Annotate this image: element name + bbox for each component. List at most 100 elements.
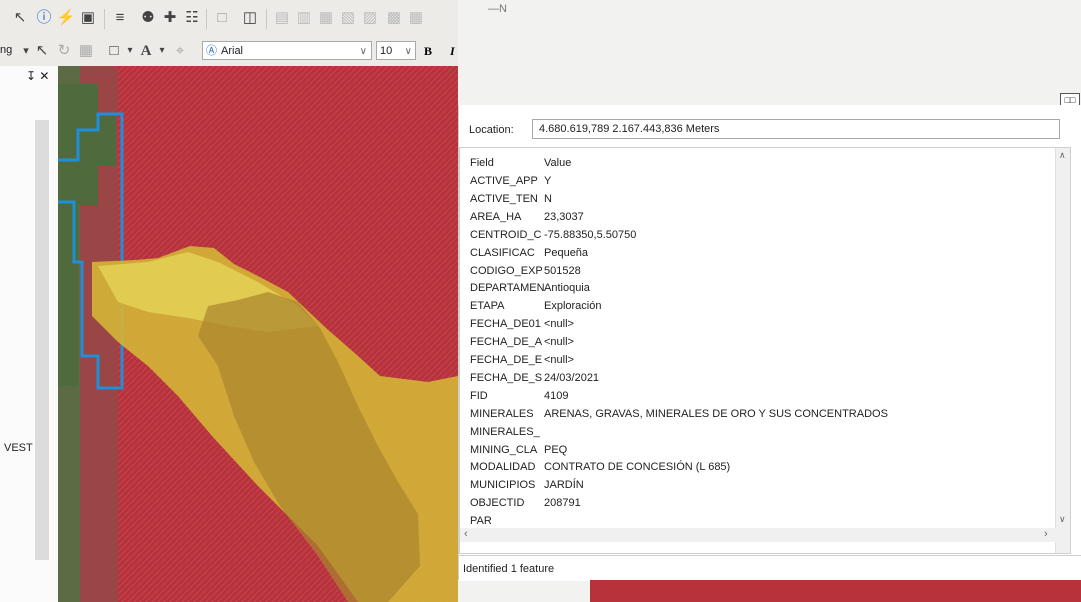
scroll-left-icon[interactable]: ‹ [464,528,468,540]
attribute-row[interactable]: ACTIVE_TEN N [470,190,552,208]
attribute-row[interactable]: FECHA_DE01 <null> [470,315,574,333]
editor-tool-icon[interactable]: ▤ [272,8,292,28]
field-name: FID [470,389,488,402]
field-value: Y [544,175,552,187]
viewer-icon[interactable]: □ [212,8,232,28]
font-name-select[interactable]: Ⓐ Arial ∨ [202,41,372,60]
field-value: <null> [544,354,574,366]
bold-button[interactable]: B [424,44,432,59]
field-name: FECHA_DE_E [470,354,543,366]
field-value: 208791 [544,497,581,510]
draw-toolbar: ng ▾ ↖ ↻ ▦ □ ▾ A ▾ ⌖ Ⓐ Arial ∨ 10 ∨ B I [0,36,458,66]
field-name: ACTIVE_TEN [470,192,538,205]
field-name: ETAPA [470,300,505,313]
grid-header: Field Value [470,154,571,172]
zoom-to-elements-icon[interactable]: ▦ [76,41,96,61]
attribute-grid[interactable]: Field Value ACTIVE_APP Y ACTIVE_TEN N AREA_HA… [459,147,1071,554]
attribute-row[interactable]: MINING_CLA PEQ [470,441,567,459]
select-pointer-icon[interactable]: ↖ [32,41,52,61]
create-viewer-icon[interactable]: ◫ [240,8,260,28]
field-value: ARENAS, GRAVAS, MINERALES DE ORO Y SUS C… [544,407,888,420]
split-icon[interactable]: ▨ [360,8,380,28]
field-value: 24/03/2021 [544,371,600,384]
attribute-row[interactable]: CLASIFICAC Pequeña [470,244,588,262]
field-value: CONTRATO DE CONCESIÓN (L 685) [544,461,731,474]
sketch-icon[interactable]: ▥ [294,8,314,28]
measure-icon[interactable]: ≡ [110,8,130,28]
identify-icon[interactable]: ⓘ [34,8,54,28]
attribute-row[interactable]: MINERALES ARENAS, GRAVAS, MINERALES DE OR… [470,405,888,423]
attribute-row[interactable]: FECHA_DE_A <null> [470,333,574,351]
field-value: <null> [544,318,574,331]
field-name: OBJECTID [470,497,525,510]
attribute-row[interactable]: MODALIDAD CONTRATO DE CONCESIÓN (L 685) [470,458,730,476]
map-view-lower[interactable] [590,580,1081,602]
font-name-value: Arial [221,45,244,57]
attribute-row[interactable]: MUNICIPIOS JARDÍN [470,476,584,494]
text-dropdown-icon[interactable]: ▾ [152,41,172,61]
field-name: MODALIDAD [470,461,536,474]
drawing-dropdown[interactable]: ng [0,44,12,56]
sketch-properties-icon[interactable]: ▦ [406,8,426,28]
font-icon: Ⓐ [206,45,217,57]
rotate-icon[interactable]: ↻ [54,41,74,61]
chevron-down-icon: ∨ [359,46,367,57]
attribute-row[interactable]: DEPARTAMENAntioquia [470,279,590,297]
location-field[interactable]: 4.680.619,789 2.167.443,836 Meters [532,119,1060,139]
attributes-icon[interactable]: ▩ [384,8,404,28]
status-text: Identified 1 feature [463,563,555,575]
attribute-row[interactable]: ACTIVE_APP Y [470,172,551,190]
attribute-row[interactable]: CENTROID_C -75.88350,5.50750 [470,226,636,244]
field-value: PEQ [544,443,568,456]
value-column-header[interactable]: Value [544,157,571,169]
identify-status-bar: Identified 1 feature [459,555,1081,581]
field-name: CODIGO_EXP [470,264,543,277]
field-name: DEPARTAMEN [470,282,545,295]
attribute-row[interactable]: OBJECTID 208791 [470,494,581,512]
attribute-row[interactable]: AREA_HA 23,3037 [470,208,584,226]
attribute-row[interactable]: ETAPA Exploración [470,297,601,315]
main-toolbar: ↖ ⓘ ⚡ ▣ ≡ ⚉ ✚ ☷ □ ◫ ▤ ▥ ▦ ▧ ▨ ▩ ▦ [0,0,458,36]
find-icon[interactable]: ⚉ [138,8,158,28]
map-view[interactable] [58,66,458,602]
field-value: N [544,192,552,205]
identify-window: Location: 4.680.619,789 2.167.443,836 Me… [458,105,1081,581]
field-value: <null> [544,336,574,349]
grid-vertical-scrollbar[interactable]: ∧ ∨ [1055,148,1070,553]
attribute-row[interactable]: CODIGO_EXP501528 [470,262,581,280]
scroll-up-icon[interactable]: ∧ [1059,150,1066,161]
reshape-icon[interactable]: ▦ [316,8,336,28]
hyperlink-icon[interactable]: ⚡ [56,8,76,28]
go-to-xy-icon[interactable]: ✚ [160,8,180,28]
table-of-contents-panel: ↧ ✕ ∧ VEST [0,66,59,602]
field-value: Pequeña [544,246,589,259]
field-value: JARDÍN [544,479,584,492]
select-elements-icon[interactable]: ↖ [10,8,30,28]
field-name: FECHA_DE_A [470,336,543,349]
location-label: Location: [469,124,514,136]
field-value: 23,3037 [544,210,584,223]
attribute-row[interactable]: FECHA_DE_E <null> [470,351,574,369]
attribute-row[interactable]: FID 4109 [470,387,568,405]
field-column-header[interactable]: Field [470,154,544,172]
time-slider-icon[interactable]: ☷ [182,8,202,28]
north-arrow-label: —N [488,3,507,15]
grid-horizontal-scrollbar[interactable]: ‹ › [460,528,1058,542]
panel-layer-text: VEST [4,442,33,454]
field-name: MINERALES [470,407,534,420]
italic-button[interactable]: I [450,44,455,59]
field-name: FECHA_DE_S [470,371,543,384]
attribute-row[interactable]: FECHA_DE_S 24/03/2021 [470,369,599,387]
attribute-row[interactable]: MINERALES_ [470,423,544,441]
pin-close-icons[interactable]: ↧ ✕ [26,69,49,83]
cut-icon[interactable]: ▧ [338,8,358,28]
scroll-down-icon[interactable]: ∨ [1059,514,1066,525]
scroll-right-icon[interactable]: › [1044,528,1048,540]
edit-vertices-icon[interactable]: ⌖ [170,41,190,61]
panel-scrollbar[interactable] [35,120,49,560]
font-size-select[interactable]: 10 ∨ [376,41,416,60]
field-value: 501528 [544,264,581,277]
font-size-value: 10 [380,45,393,57]
html-popup-icon[interactable]: ▣ [78,8,98,28]
field-name: CLASIFICAC [470,246,535,259]
